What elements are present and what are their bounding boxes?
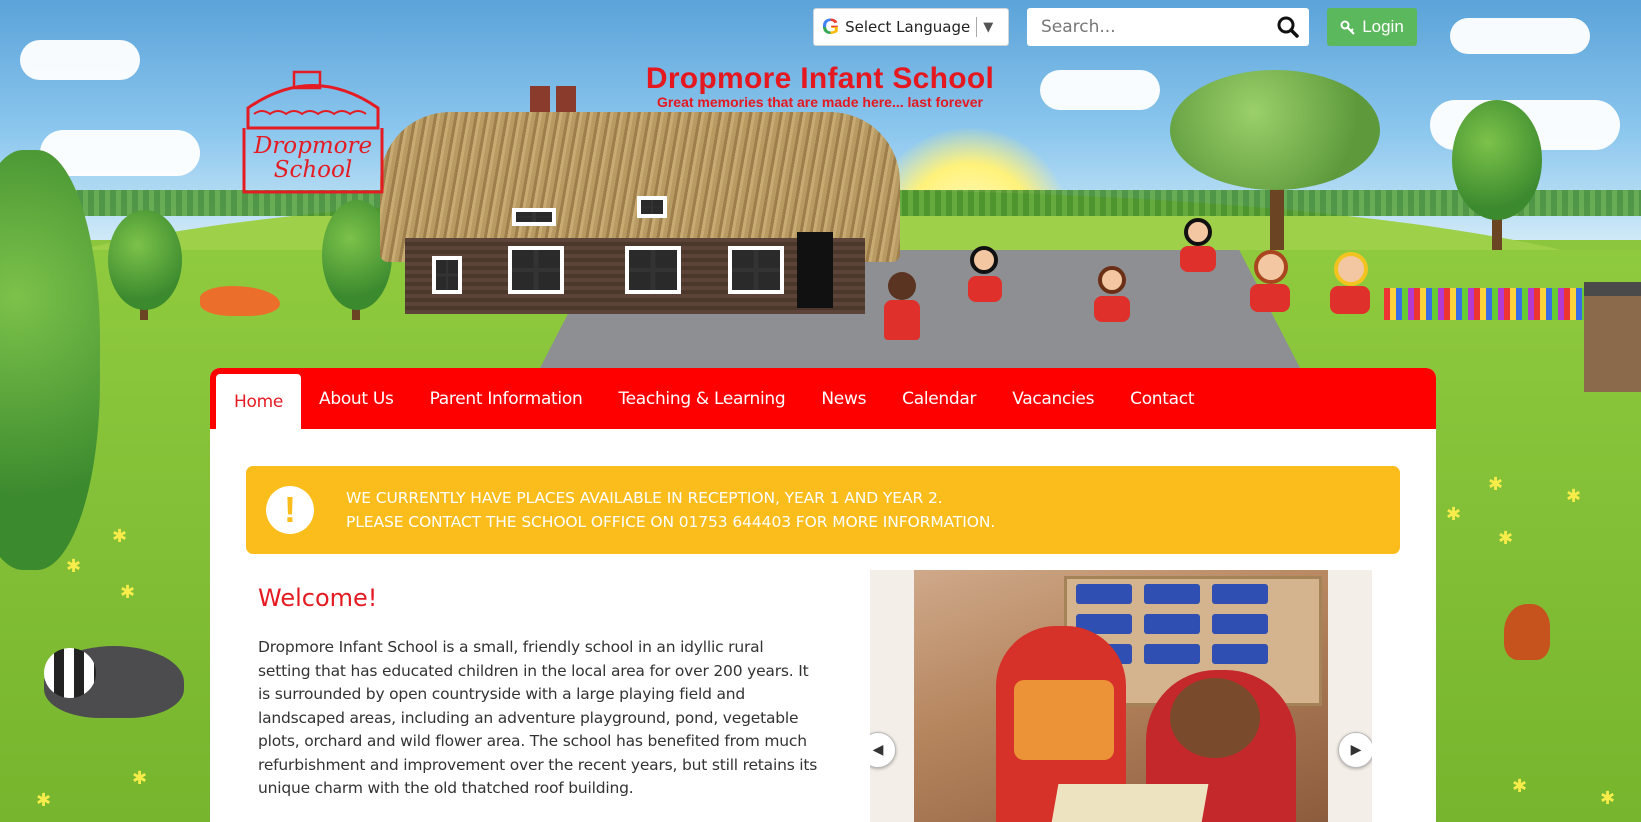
chevron-right-icon: ▶ <box>1350 742 1362 758</box>
main-content-panel: Home About Us Parent Information Teachin… <box>210 368 1436 822</box>
search-input[interactable] <box>1041 17 1277 37</box>
chevron-down-icon: ▼ <box>983 19 994 35</box>
photo-tray <box>1144 614 1200 634</box>
language-selector[interactable]: G Select Language ▼ <box>813 8 1009 46</box>
cottage-window <box>728 246 784 294</box>
child-figure <box>884 300 920 340</box>
nav-news[interactable]: News <box>803 368 884 429</box>
slider-next-button[interactable]: ▶ <box>1338 732 1372 768</box>
cottage-window <box>508 246 564 294</box>
alert-line: PLEASE CONTACT THE SCHOOL OFFICE ON 0175… <box>346 513 996 531</box>
key-icon <box>1340 20 1355 35</box>
child-figure <box>1334 252 1368 286</box>
announcement-alert: ! WE CURRENTLY HAVE PLACES AVAILABLE IN … <box>246 466 1400 554</box>
child-figure <box>1330 286 1370 314</box>
child-figure <box>968 276 1002 302</box>
photo-tray <box>1076 584 1132 604</box>
alert-line: WE CURRENTLY HAVE PLACES AVAILABLE IN RE… <box>346 489 943 507</box>
photo-tray <box>1212 644 1268 664</box>
photo-book <box>1049 784 1209 822</box>
divider <box>976 17 978 37</box>
alert-message: WE CURRENTLY HAVE PLACES AVAILABLE IN RE… <box>346 486 995 534</box>
child-figure <box>1184 218 1212 246</box>
flower-icon: ✱ <box>36 790 52 811</box>
child-figure <box>888 272 916 300</box>
photo-child <box>1014 680 1114 760</box>
flower-icon: ✱ <box>66 556 82 577</box>
nav-contact[interactable]: Contact <box>1112 368 1212 429</box>
welcome-heading: Welcome! <box>258 584 378 612</box>
child-figure <box>1254 250 1288 284</box>
welcome-section: Welcome! Dropmore Infant School is a sma… <box>258 584 818 801</box>
slider-prev-button[interactable]: ◀ <box>870 732 896 768</box>
photo-tray <box>1212 584 1268 604</box>
utility-bar: G Select Language ▼ Login <box>0 0 1641 58</box>
pond-fence <box>1384 288 1584 320</box>
cottage-window <box>625 246 681 294</box>
cottage-window <box>432 256 462 294</box>
squirrel-illustration <box>1504 604 1550 660</box>
nav-parent-information[interactable]: Parent Information <box>412 368 601 429</box>
child-figure <box>970 246 998 274</box>
logo-text: Dropmore School <box>253 133 373 183</box>
login-label: Login <box>1362 17 1404 36</box>
search-box <box>1027 8 1309 46</box>
badger-face <box>44 648 96 698</box>
flower-icon: ✱ <box>1566 486 1582 507</box>
photo-tray <box>1144 584 1200 604</box>
flower-icon: ✱ <box>1446 504 1462 525</box>
photo-tray <box>1144 644 1200 664</box>
exclamation-icon: ! <box>266 486 314 534</box>
child-figure <box>1250 284 1290 312</box>
cloud <box>1040 70 1160 110</box>
flower-icon: ✱ <box>1488 474 1504 495</box>
language-label: Select Language <box>845 18 971 36</box>
chevron-left-icon: ◀ <box>872 742 884 758</box>
photo-tray <box>1212 614 1268 634</box>
flower-icon: ✱ <box>1600 788 1616 809</box>
nav-vacancies[interactable]: Vacancies <box>994 368 1112 429</box>
slider-photo <box>914 570 1328 822</box>
child-figure <box>1098 266 1126 294</box>
cottage-window <box>637 196 667 218</box>
cottage-door <box>797 232 833 308</box>
flower-icon: ✱ <box>132 768 148 789</box>
search-icon[interactable] <box>1277 16 1299 38</box>
flower-icon: ✱ <box>112 526 128 547</box>
nav-calendar[interactable]: Calendar <box>884 368 994 429</box>
site-header: Dropmore Infant School Great memories th… <box>610 62 1030 110</box>
shed <box>1584 282 1641 392</box>
child-figure <box>1094 296 1130 322</box>
nav-teaching-learning[interactable]: Teaching & Learning <box>600 368 803 429</box>
school-name: Dropmore Infant School <box>645 62 995 95</box>
nav-home[interactable]: Home <box>216 374 302 429</box>
tree-icon <box>1452 100 1542 220</box>
tree-icon <box>108 210 182 310</box>
google-g-icon: G <box>822 14 840 39</box>
photo-child <box>1170 678 1260 758</box>
image-slider: ◀ ▶ <box>870 570 1372 822</box>
welcome-body: Dropmore Infant School is a small, frien… <box>258 638 818 797</box>
child-figure <box>1180 246 1216 272</box>
cottage-window <box>512 208 556 226</box>
school-tagline: Great memories that are made here... las… <box>656 94 984 110</box>
flower-icon: ✱ <box>1512 776 1528 797</box>
main-navigation: Home About Us Parent Information Teachin… <box>210 368 1436 429</box>
tree-icon <box>1170 70 1380 190</box>
nav-about-us[interactable]: About Us <box>301 368 412 429</box>
flower-icon: ✱ <box>120 582 136 603</box>
flower-icon: ✱ <box>1498 528 1514 549</box>
login-button[interactable]: Login <box>1327 8 1417 46</box>
